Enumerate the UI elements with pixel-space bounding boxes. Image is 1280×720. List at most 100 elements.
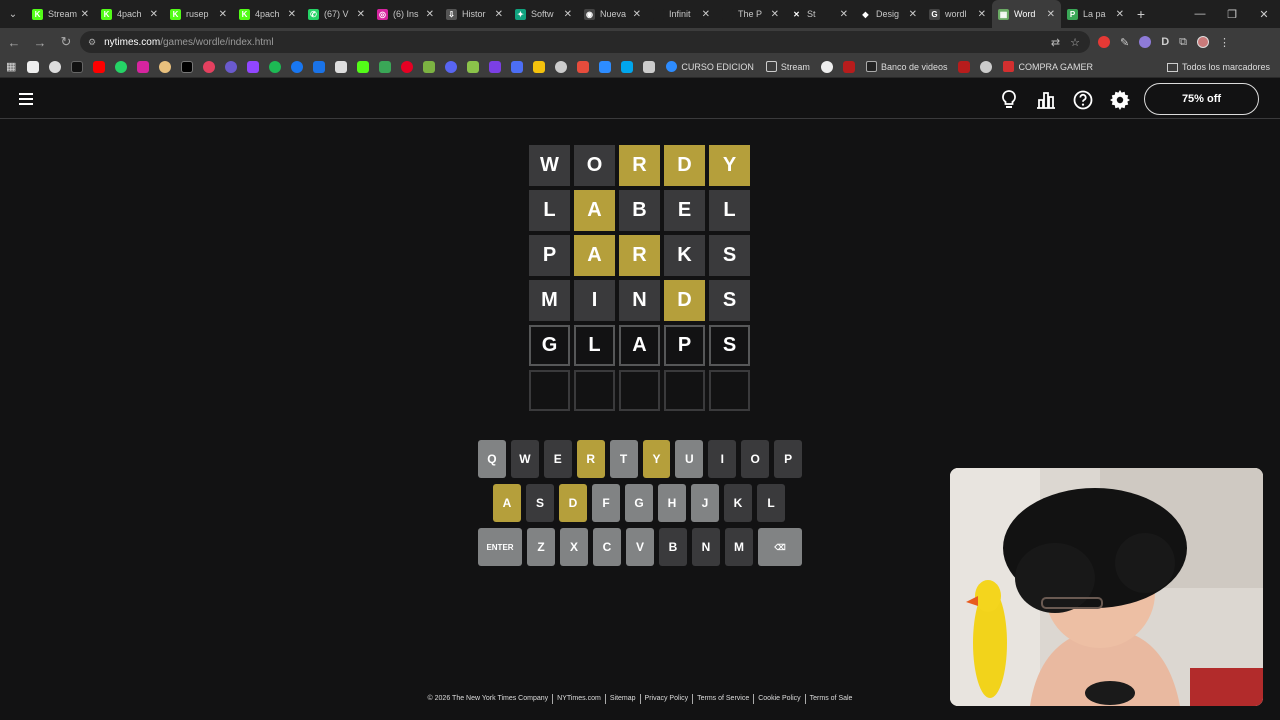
browser-tab[interactable]: ✦ Softw ✕ <box>509 0 578 28</box>
bookmark-icon[interactable] <box>467 60 480 73</box>
enter-key[interactable]: ENTER <box>478 528 522 566</box>
bookmark-icon[interactable] <box>511 60 524 73</box>
key-d[interactable]: D <box>559 484 587 522</box>
bookmark-icon[interactable] <box>49 60 62 73</box>
settings-gear-icon[interactable] <box>1109 89 1131 111</box>
close-tab-icon[interactable]: ✕ <box>495 9 503 20</box>
browser-menu-icon[interactable]: ⋮ <box>1219 36 1230 49</box>
key-n[interactable]: N <box>692 528 720 566</box>
bookmark-star-icon[interactable]: ☆ <box>1070 36 1080 49</box>
bookmark-icon[interactable] <box>577 60 590 73</box>
bookmark-icon[interactable] <box>621 60 634 73</box>
all-bookmarks[interactable]: Todos los marcadores <box>1166 56 1270 78</box>
key-k[interactable]: K <box>724 484 752 522</box>
bookmark-icon[interactable] <box>489 60 502 73</box>
url-bar[interactable]: ⚙ nytimes.com/games/wordle/index.html ⇄ … <box>80 31 1090 53</box>
close-tab-icon[interactable]: ✕ <box>426 9 434 20</box>
key-u[interactable]: U <box>675 440 704 478</box>
bookmark-icon[interactable] <box>599 60 612 73</box>
subscribe-button[interactable]: 75% off <box>1144 83 1259 115</box>
bookmark-icon[interactable] <box>533 60 546 73</box>
maximize-icon[interactable]: ❐ <box>1216 0 1248 28</box>
key-b[interactable]: B <box>659 528 687 566</box>
bookmark-icon[interactable] <box>203 60 216 73</box>
kick-icon[interactable] <box>357 60 370 73</box>
facebook-icon[interactable] <box>291 60 304 73</box>
youtube-icon[interactable] <box>93 60 106 73</box>
key-y[interactable]: Y <box>642 440 671 478</box>
browser-tab[interactable]: ✕ St ✕ <box>785 0 854 28</box>
bookmark-icon[interactable] <box>958 60 971 73</box>
close-tab-icon[interactable]: ✕ <box>633 9 641 20</box>
close-tab-icon[interactable]: ✕ <box>840 9 848 20</box>
tiktok-icon[interactable] <box>71 60 84 73</box>
key-o[interactable]: O <box>741 440 770 478</box>
key-s[interactable]: S <box>526 484 554 522</box>
whatsapp-icon[interactable] <box>115 60 128 73</box>
browser-tab[interactable]: ◎ (6) Ins ✕ <box>371 0 440 28</box>
close-tab-icon[interactable]: ✕ <box>150 9 158 20</box>
extension-icon[interactable] <box>1139 36 1152 48</box>
discord-icon[interactable] <box>445 60 458 73</box>
new-tab-button[interactable]: + <box>1130 6 1152 22</box>
bookmark-icon[interactable] <box>313 60 326 73</box>
footer-link[interactable]: Privacy Policy <box>641 694 694 704</box>
key-p[interactable]: P <box>774 440 803 478</box>
footer-link[interactable]: NYTimes.com <box>553 694 606 704</box>
bookmark-banco-de-videos[interactable]: Banco de videos <box>865 61 947 72</box>
tab-search-icon[interactable]: ⌄ <box>0 0 26 28</box>
reload-icon[interactable]: ↻ <box>54 30 78 54</box>
key-g[interactable]: G <box>625 484 653 522</box>
browser-tab[interactable]: Gwordl ✕ <box>923 0 992 28</box>
bookmark-icon[interactable] <box>159 60 172 73</box>
extensions-puzzle-icon[interactable]: ⧉ <box>1179 36 1187 49</box>
bookmark-icon[interactable] <box>379 60 392 73</box>
bookmark-icon[interactable] <box>842 60 855 73</box>
extension-icon[interactable] <box>1098 36 1110 48</box>
footer-link[interactable]: Terms of Service <box>693 694 755 704</box>
key-t[interactable]: T <box>609 440 638 478</box>
bookmark-icon[interactable] <box>335 60 348 73</box>
browser-tab[interactable]: ✆ (67) V ✕ <box>302 0 371 28</box>
hint-bulb-icon[interactable] <box>998 89 1020 111</box>
browser-tab[interactable]: The P ✕ <box>716 0 785 28</box>
key-z[interactable]: Z <box>527 528 555 566</box>
twitch-icon[interactable] <box>247 60 260 73</box>
key-x[interactable]: X <box>560 528 588 566</box>
close-window-icon[interactable]: ✕ <box>1248 0 1280 28</box>
close-tab-icon[interactable]: ✕ <box>357 9 365 20</box>
key-v[interactable]: V <box>626 528 654 566</box>
browser-tab[interactable]: K 4pach ✕ <box>233 0 302 28</box>
bookmark-curso-edicion[interactable]: CURSO EDICION <box>666 61 754 72</box>
close-tab-icon[interactable]: ✕ <box>1116 9 1124 20</box>
browser-tab[interactable]: ⇩ Histor ✕ <box>440 0 509 28</box>
minimize-icon[interactable]: — <box>1184 0 1216 28</box>
site-info-icon[interactable]: ⚙ <box>88 37 96 48</box>
footer-link[interactable]: Sitemap <box>606 694 641 704</box>
close-tab-icon[interactable]: ✕ <box>909 9 917 20</box>
browser-tab[interactable]: K Stream ✕ <box>26 0 95 28</box>
key-c[interactable]: C <box>593 528 621 566</box>
close-tab-icon[interactable]: ✕ <box>1047 9 1055 20</box>
close-tab-icon[interactable]: ✕ <box>978 9 986 20</box>
x-icon[interactable] <box>181 60 194 73</box>
bookmark-icon[interactable] <box>820 60 833 73</box>
key-a[interactable]: A <box>493 484 521 522</box>
close-tab-icon[interactable]: ✕ <box>219 9 227 20</box>
browser-tab[interactable]: Infinit ✕ <box>647 0 716 28</box>
close-tab-icon[interactable]: ✕ <box>288 9 296 20</box>
footer-link[interactable]: Cookie Policy <box>754 694 806 704</box>
browser-tab[interactable]: ◉ Nueva ✕ <box>578 0 647 28</box>
extension-icon[interactable]: ✎ <box>1120 36 1129 49</box>
footer-link[interactable]: Terms of Sale <box>806 694 857 704</box>
browser-tab[interactable]: ▦ Word ✕ <box>992 0 1061 28</box>
bookmark-folder-stream[interactable]: Stream <box>765 61 810 72</box>
bookmark-icon[interactable] <box>423 60 436 73</box>
profile-avatar[interactable] <box>1197 36 1210 48</box>
close-tab-icon[interactable]: ✕ <box>702 9 710 20</box>
menu-icon[interactable] <box>19 93 33 105</box>
bookmark-icon[interactable] <box>225 60 238 73</box>
back-icon[interactable]: ← <box>2 30 26 54</box>
bookmark-icon[interactable] <box>27 60 40 73</box>
bookmark-icon[interactable] <box>980 60 993 73</box>
